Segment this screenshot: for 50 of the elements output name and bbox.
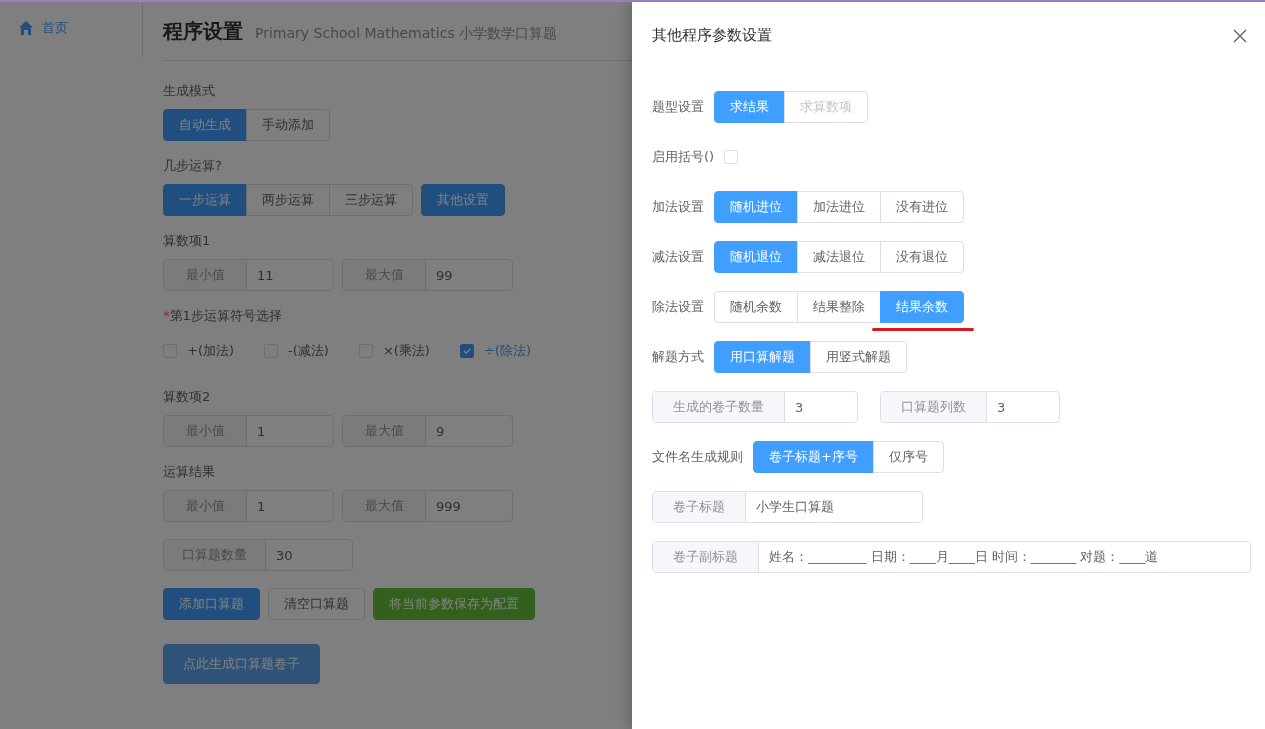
section-label: 算数项2 [163, 389, 211, 405]
section-label: 运算结果 [163, 464, 215, 480]
checkbox[interactable]: ×(乘法) [358, 342, 430, 360]
setting-label: 除法设置 [652, 298, 704, 316]
segment-button[interactable]: 没有进位 [880, 191, 964, 223]
segment-button[interactable]: 减法退位 [797, 241, 881, 273]
segment-button[interactable]: 没有退位 [880, 241, 964, 273]
segment-button[interactable]: 仅序号 [872, 441, 944, 473]
section-label: 几步运算? [163, 158, 222, 174]
drawer-title: 其他程序参数设置 [652, 26, 772, 45]
segment-button[interactable]: 随机进位 [714, 191, 798, 223]
setting-label: 加法设置 [652, 198, 704, 216]
segment-button[interactable]: 用口算解题 [714, 341, 811, 373]
segment-button[interactable]: 加法进位 [797, 191, 881, 223]
checkbox[interactable]: ÷(除法) [459, 342, 531, 360]
segment-button[interactable]: 手动添加 [246, 109, 330, 141]
input-field[interactable]: 口算题列数 3 [880, 391, 1060, 423]
action-button[interactable]: 将当前参数保存为配置 [373, 588, 535, 620]
setting-label: 文件名生成规则 [652, 448, 743, 466]
segment-button[interactable]: 三步运算 [329, 184, 413, 216]
setting-label: 题型设置 [652, 98, 704, 116]
segment-button[interactable]: 自动生成 [163, 109, 247, 141]
home-icon [18, 20, 34, 36]
page-title: 程序设置 [163, 18, 243, 45]
segment-button[interactable]: 随机余数 [714, 291, 798, 323]
input-field[interactable]: 卷子副标题 姓名：_________ 日期：____月____日 时间：_______ 对题：____道 [652, 541, 1251, 573]
segment-button[interactable]: 用竖式解题 [810, 341, 907, 373]
input-field[interactable]: 卷子标题 小学生口算题 [652, 491, 923, 523]
other-settings-button[interactable]: 其他设置 [421, 184, 505, 216]
segment-button[interactable]: 求结果 [714, 91, 785, 123]
setting-label: 启用括号() [652, 148, 715, 166]
segment-button[interactable]: 两步运算 [246, 184, 330, 216]
segment-button[interactable]: 结果整除 [797, 291, 881, 323]
close-icon[interactable] [1233, 28, 1247, 43]
check-icon [461, 346, 472, 356]
input-field[interactable]: 生成的卷子数量 3 [652, 391, 858, 423]
nav-item[interactable]: 首页 [18, 19, 68, 37]
segment-button[interactable]: 卷子标题+序号 [753, 441, 874, 473]
section-label: 生成模式 [163, 83, 215, 99]
checkbox[interactable] [724, 150, 739, 164]
setting-label: 解题方式 [652, 348, 704, 366]
action-button[interactable]: 清空口算题 [268, 588, 365, 620]
segment-button[interactable]: 随机退位 [714, 241, 798, 273]
section-label: *第1步运算符号选择 [163, 308, 282, 324]
section-label: 算数项1 [163, 233, 211, 249]
checkbox[interactable]: +(加法) [163, 342, 235, 360]
setting-label: 减法设置 [652, 248, 704, 266]
checkbox[interactable]: -(减法) [264, 342, 329, 360]
action-button[interactable]: 添加口算题 [163, 588, 260, 620]
segment-button[interactable]: 结果余数 [880, 291, 964, 323]
